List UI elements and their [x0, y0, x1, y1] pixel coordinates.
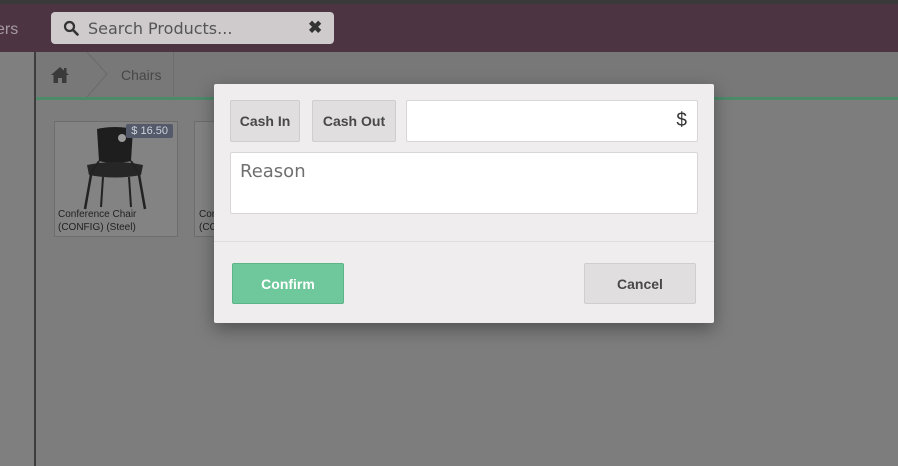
reason-input[interactable]	[230, 152, 698, 214]
search-box: ✖	[51, 12, 334, 44]
currency-symbol: $	[676, 110, 687, 131]
breadcrumb-separator	[86, 52, 108, 97]
breadcrumb-home[interactable]	[36, 52, 86, 97]
close-icon[interactable]: ✖	[308, 19, 322, 36]
amount-input[interactable]	[413, 101, 669, 141]
home-icon	[51, 67, 69, 83]
confirm-button[interactable]: Confirm	[232, 263, 344, 304]
cash-in-button[interactable]: Cash In	[230, 100, 300, 142]
cancel-button[interactable]: Cancel	[584, 263, 696, 304]
breadcrumb-item-chairs[interactable]: Chairs	[121, 67, 161, 83]
nav-tab-partial[interactable]: ers	[0, 21, 18, 39]
search-icon	[63, 20, 79, 36]
cash-out-button[interactable]: Cash Out	[312, 100, 396, 142]
cash-in-out-dialog: Cash In Cash Out $ Confirm Cancel	[214, 84, 714, 323]
product-name: Conference Chair (CONFIG) (Steel)	[58, 209, 137, 233]
price-tag: $ 16.50	[126, 124, 173, 138]
dialog-divider	[214, 241, 714, 242]
amount-field[interactable]: $	[406, 100, 698, 142]
breadcrumb-rule	[173, 52, 174, 97]
search-input[interactable]	[88, 12, 298, 44]
left-pane	[0, 52, 34, 466]
pane-divider	[34, 52, 36, 466]
top-bar: ers ✖	[0, 4, 898, 52]
product-card[interactable]: $ 16.50 Conference Chair (CONFIG) (Steel…	[54, 121, 178, 237]
